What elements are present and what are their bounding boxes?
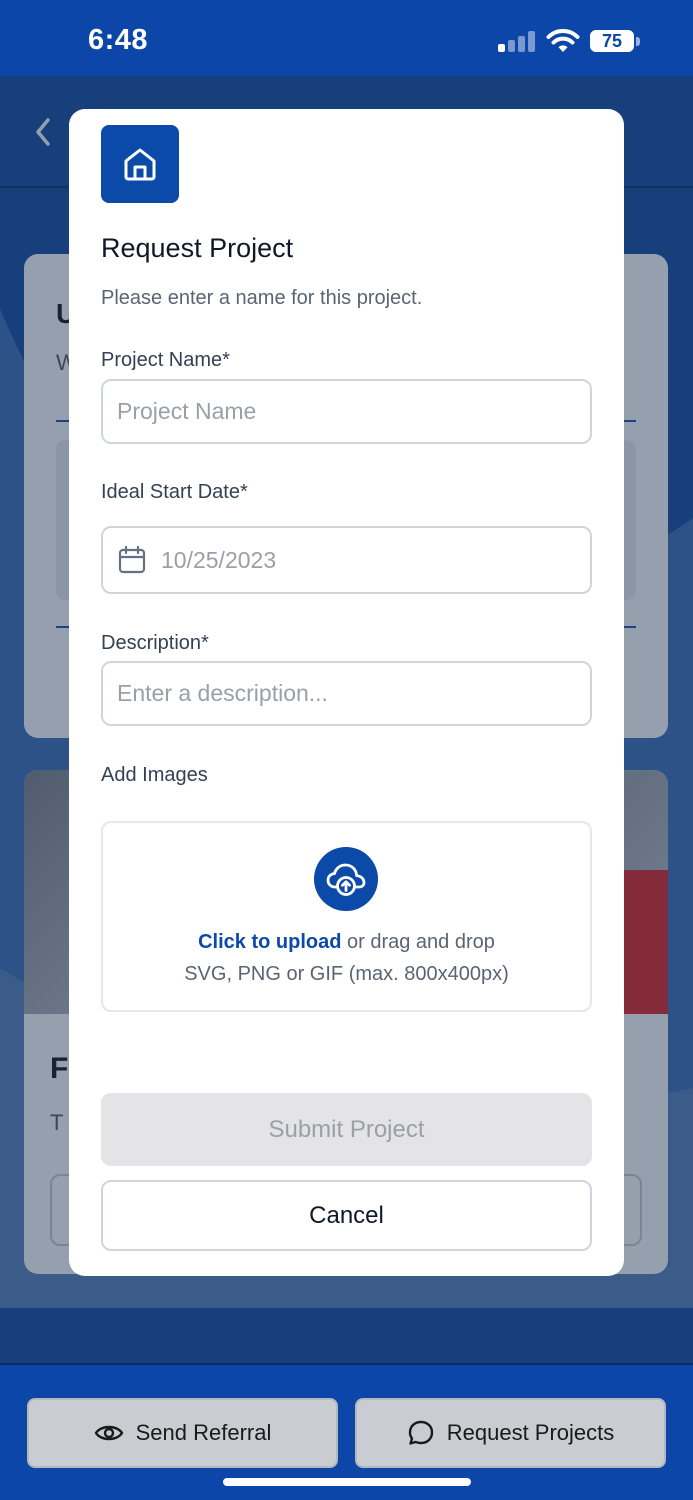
start-date-label: Ideal Start Date* (101, 481, 248, 503)
battery-indicator: 75 (590, 30, 634, 52)
image-upload-dropzone[interactable]: Click to upload or drag and drop SVG, PN… (101, 821, 592, 1012)
eye-icon (94, 1425, 123, 1441)
modal-icon-badge (101, 125, 179, 203)
home-icon (124, 148, 156, 181)
cancel-button[interactable]: Cancel (101, 1180, 592, 1251)
signal-icon (498, 30, 536, 52)
upload-instructions: Click to upload or drag and drop (103, 931, 590, 954)
modal-title: Request Project (101, 233, 294, 263)
send-referral-label: Send Referral (135, 1420, 272, 1445)
calendar-icon (117, 545, 147, 575)
status-bar: 6:48 75 (0, 0, 693, 76)
description-label: Description* (101, 632, 209, 654)
request-project-modal: Request Project Please enter a name for … (69, 109, 624, 1276)
request-projects-label: Request Projects (446, 1420, 615, 1445)
chat-bubble-icon (408, 1420, 433, 1445)
battery-nub (636, 37, 640, 46)
project-name-input[interactable]: Project Name (101, 379, 592, 444)
wifi-icon (546, 29, 580, 52)
drag-drop-text: or drag and drop (341, 931, 495, 953)
submit-project-button[interactable]: Submit Project (101, 1093, 592, 1166)
modal-subtitle: Please enter a name for this project. (101, 287, 423, 309)
description-placeholder: Enter a description... (117, 680, 328, 706)
start-date-input[interactable]: 10/25/2023 (101, 526, 592, 594)
click-to-upload-link[interactable]: Click to upload (198, 931, 341, 953)
project-name-placeholder: Project Name (117, 398, 257, 424)
upload-cloud-icon (314, 847, 378, 911)
add-images-label: Add Images (101, 764, 208, 786)
project-name-label: Project Name* (101, 349, 230, 371)
send-referral-button[interactable]: Send Referral (27, 1398, 338, 1468)
start-date-value: 10/25/2023 (161, 546, 277, 573)
request-projects-button[interactable]: Request Projects (355, 1398, 666, 1468)
status-time: 6:48 (88, 24, 149, 56)
home-indicator (223, 1478, 471, 1486)
upload-formats: SVG, PNG or GIF (max. 800x400px) (184, 963, 509, 985)
description-input[interactable]: Enter a description... (101, 661, 592, 726)
